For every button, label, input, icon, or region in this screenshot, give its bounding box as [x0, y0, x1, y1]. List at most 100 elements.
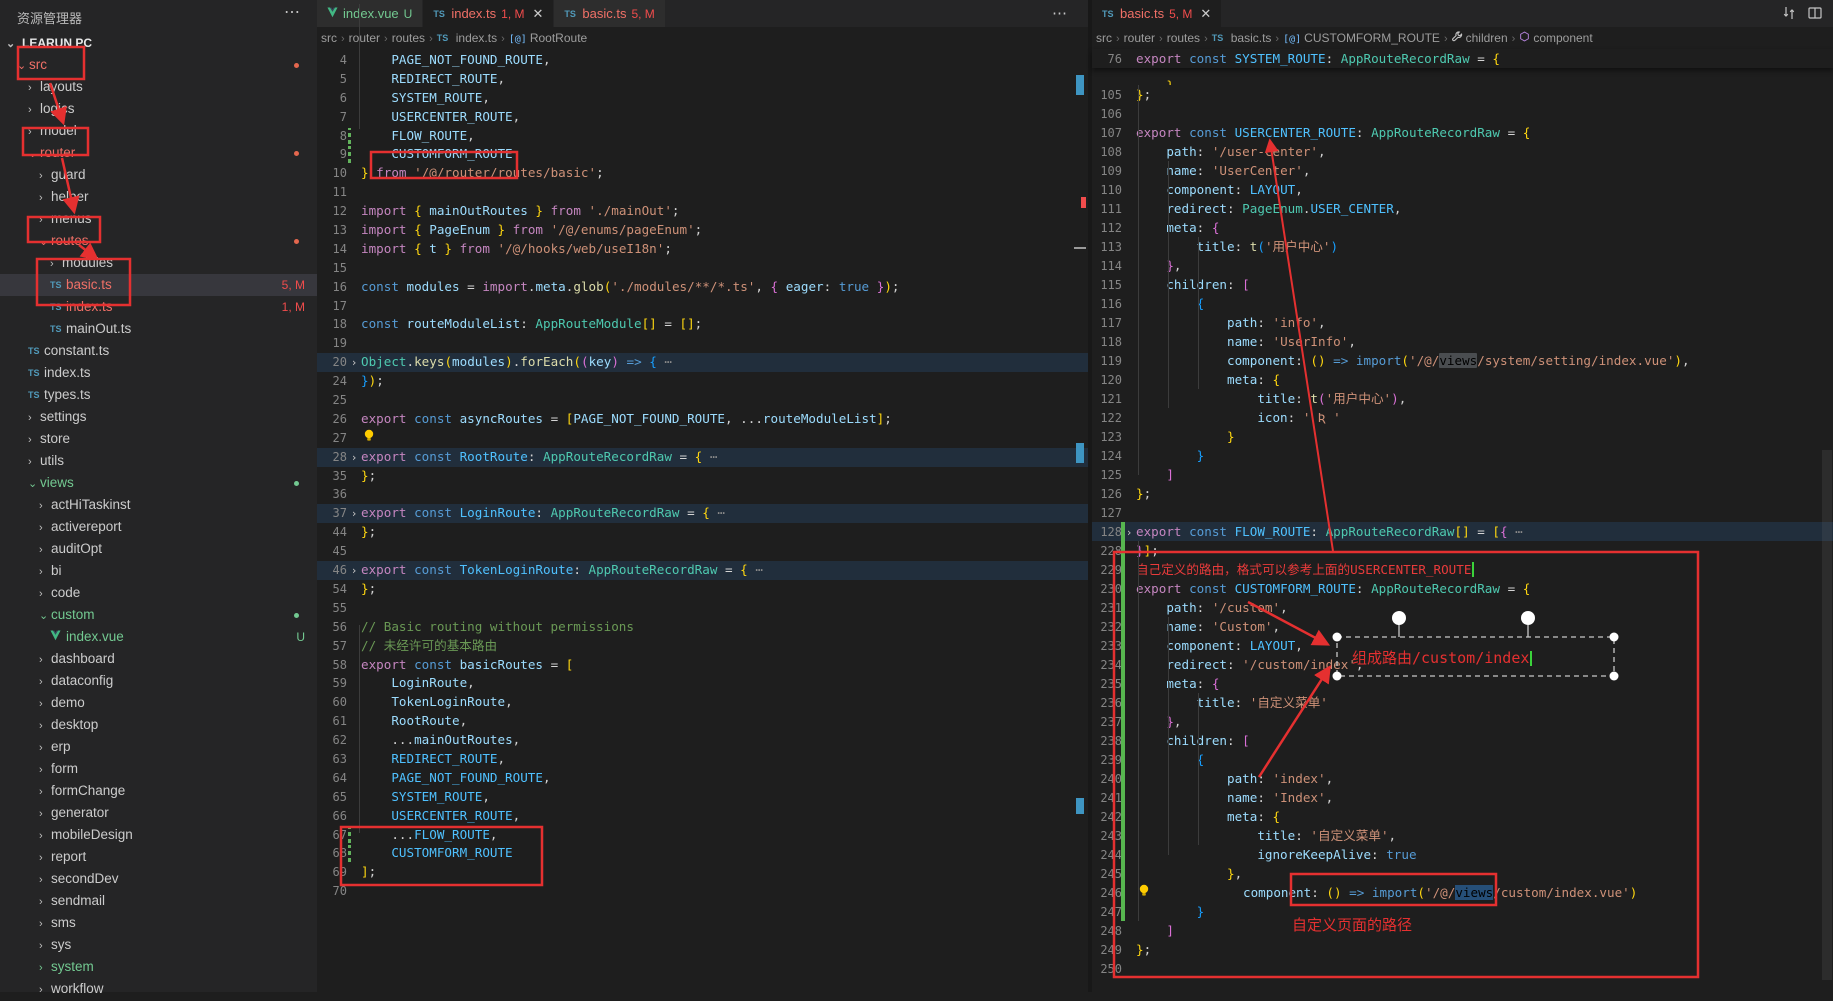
code-line-54[interactable]: 54 };: [317, 580, 1090, 599]
breadcrumb-routes[interactable]: routes: [1167, 31, 1200, 45]
tree-item-logics[interactable]: ›logics: [0, 98, 317, 120]
tree-item-bi[interactable]: ›bi: [0, 560, 317, 582]
tree-item-helper[interactable]: ›helper: [0, 186, 317, 208]
code-line-236[interactable]: 236 title: '自定义菜单': [1092, 693, 1833, 712]
breadcrumb-basic-ts[interactable]: TSbasic.ts: [1212, 31, 1272, 45]
tree-item-dashboard[interactable]: ›dashboard: [0, 648, 317, 670]
code-line-60[interactable]: 60 TokenLoginRoute,: [317, 693, 1090, 712]
fold-chevron-icon[interactable]: ›: [347, 449, 361, 468]
code-line-239[interactable]: 239 {: [1092, 750, 1833, 769]
tree-item-formChange[interactable]: ›formChange: [0, 780, 317, 802]
code-line-11[interactable]: 11: [317, 183, 1090, 202]
tree-item-views[interactable]: ⌄views: [0, 472, 317, 494]
code-line-115[interactable]: 115 children: [: [1092, 275, 1833, 294]
tree-item-modules[interactable]: ›modules: [0, 252, 317, 274]
code-line-16[interactable]: 16 const modules = import.meta.glob('./m…: [317, 278, 1090, 297]
close-icon[interactable]: ✕: [1200, 6, 1211, 22]
tree-item-store[interactable]: ›store: [0, 428, 317, 450]
code-line-46[interactable]: 46›export const TokenLoginRoute: AppRout…: [317, 561, 1090, 580]
code-line-59[interactable]: 59 LoginRoute,: [317, 674, 1090, 693]
code-line-25[interactable]: 25: [317, 391, 1090, 410]
mid-code-editor[interactable]: 4 PAGE_NOT_FOUND_ROUTE,5 REDIRECT_ROUTE,…: [317, 49, 1090, 992]
code-line-18[interactable]: 18 const routeModuleList: AppRouteModule…: [317, 315, 1090, 334]
tree-item-workflow[interactable]: ›workflow: [0, 978, 317, 1000]
code-line-233[interactable]: 233 component: LAYOUT,: [1092, 636, 1833, 655]
code-line-105[interactable]: 105 };: [1092, 85, 1833, 104]
tree-item-sms[interactable]: ›sms: [0, 912, 317, 934]
code-line-8[interactable]: 8 FLOW_ROUTE,: [317, 127, 1090, 146]
code-line-6[interactable]: 6 SYSTEM_ROUTE,: [317, 89, 1090, 108]
code-line-24[interactable]: 24 });: [317, 372, 1090, 391]
code-line-243[interactable]: 243 title: '自定义菜单',: [1092, 826, 1833, 845]
code-line-231[interactable]: 231 path: '/custom',: [1092, 598, 1833, 617]
breadcrumb-src[interactable]: src: [1096, 31, 1112, 45]
code-line-114[interactable]: 114 },: [1092, 256, 1833, 275]
code-line-27[interactable]: 27: [317, 429, 1090, 448]
tab-index-vue[interactable]: index.vueU: [317, 0, 423, 27]
breadcrumb-RootRoute[interactable]: [@]RootRoute: [509, 31, 587, 45]
code-line-19[interactable]: 19: [317, 334, 1090, 353]
tree-item-activereport[interactable]: ›activereport: [0, 516, 317, 538]
code-line-13[interactable]: 13 import { PageEnum } from '/@/enums/pa…: [317, 221, 1090, 240]
code-line-111[interactable]: 111 redirect: PageEnum.USER_CENTER,: [1092, 199, 1833, 218]
code-line-228[interactable]: 228 }];: [1092, 541, 1833, 560]
code-line-12[interactable]: 12 import { mainOutRoutes } from './main…: [317, 202, 1090, 221]
code-line-76[interactable]: 76 export const SYSTEM_ROUTE: AppRouteRe…: [1092, 49, 1833, 69]
breadcrumb-CUSTOMFORM_ROUTE[interactable]: [@]CUSTOMFORM_ROUTE: [1283, 31, 1440, 45]
fold-chevron-icon[interactable]: ›: [347, 505, 361, 524]
code-line-37[interactable]: 37›export const LoginRoute: AppRouteReco…: [317, 504, 1090, 523]
open-changes-icon[interactable]: [1781, 5, 1797, 26]
tree-item-system[interactable]: ›system: [0, 956, 317, 978]
code-line-117[interactable]: 117 path: 'info',: [1092, 313, 1833, 332]
tree-item-index-vue[interactable]: index.vueU: [0, 626, 317, 648]
tree-item-erp[interactable]: ›erp: [0, 736, 317, 758]
explorer-more-actions[interactable]: ⋯: [284, 2, 301, 22]
code-line-126[interactable]: 126 };: [1092, 484, 1833, 503]
split-editor-icon[interactable]: [1807, 5, 1823, 26]
code-line-232[interactable]: 232 name: 'Custom',: [1092, 617, 1833, 636]
code-line-125[interactable]: 125 ]: [1092, 465, 1833, 484]
breadcrumb-children[interactable]: children: [1452, 31, 1508, 45]
code-line-10[interactable]: 10 } from '/@/router/routes/basic';: [317, 164, 1090, 183]
code-line-69[interactable]: 69 ];: [317, 863, 1090, 882]
code-line-66[interactable]: 66 USERCENTER_ROUTE,: [317, 807, 1090, 826]
code-line-127[interactable]: 127: [1092, 503, 1833, 522]
tree-item-sys[interactable]: ›sys: [0, 934, 317, 956]
code-line-122[interactable]: 122 icon: ' Ʀ ': [1092, 408, 1833, 427]
code-line-65[interactable]: 65 SYSTEM_ROUTE,: [317, 788, 1090, 807]
tree-item-desktop[interactable]: ›desktop: [0, 714, 317, 736]
code-line-15[interactable]: 15: [317, 259, 1090, 278]
tab-basic-ts[interactable]: TSbasic.ts5, M: [554, 0, 665, 27]
code-line-9[interactable]: 9 CUSTOMFORM_ROUTE: [317, 145, 1090, 164]
code-line-partial[interactable]: }: [1092, 76, 1833, 85]
fold-chevron-icon[interactable]: ›: [347, 354, 361, 373]
code-line-108[interactable]: 108 path: '/user-center',: [1092, 142, 1833, 161]
breadcrumb-router[interactable]: router: [349, 31, 380, 45]
tree-item-guard[interactable]: ›guard: [0, 164, 317, 186]
code-line-234[interactable]: 234 redirect: '/custom/index',: [1092, 655, 1833, 674]
code-line-67[interactable]: 67 ...FLOW_ROUTE,: [317, 826, 1090, 845]
code-line-63[interactable]: 63 REDIRECT_ROUTE,: [317, 750, 1090, 769]
mid-editor-more-actions[interactable]: ⋯: [1052, 4, 1068, 22]
tab-basic-ts[interactable]: TSbasic.ts5, M✕: [1092, 0, 1222, 27]
code-line-245[interactable]: 245 },: [1092, 864, 1833, 883]
tree-item-code[interactable]: ›code: [0, 582, 317, 604]
tree-item-mobileDesign[interactable]: ›mobileDesign: [0, 824, 317, 846]
code-line-250[interactable]: 250: [1092, 959, 1833, 978]
sticky-scroll-line[interactable]: 76 export const SYSTEM_ROUTE: AppRouteRe…: [1092, 49, 1833, 68]
tree-item-auditOpt[interactable]: ›auditOpt: [0, 538, 317, 560]
tree-item-generator[interactable]: ›generator: [0, 802, 317, 824]
code-line-107[interactable]: 107 export const USERCENTER_ROUTE: AppRo…: [1092, 123, 1833, 142]
code-line-249[interactable]: 249 };: [1092, 940, 1833, 959]
project-root-row[interactable]: ⌄LEARUN PC: [0, 32, 317, 54]
code-line-112[interactable]: 112 meta: {: [1092, 218, 1833, 237]
tree-item-index-ts[interactable]: TSindex.ts1, M: [0, 296, 317, 318]
code-line-5[interactable]: 5 REDIRECT_ROUTE,: [317, 70, 1090, 89]
tree-item-mainOut-ts[interactable]: TSmainOut.ts: [0, 318, 317, 340]
code-line-230[interactable]: 230 export const CUSTOMFORM_ROUTE: AppRo…: [1092, 579, 1833, 598]
breadcrumb-index-ts[interactable]: TSindex.ts: [437, 31, 497, 45]
code-line-237[interactable]: 237 },: [1092, 712, 1833, 731]
code-line-235[interactable]: 235 meta: {: [1092, 674, 1833, 693]
tree-item-report[interactable]: ›report: [0, 846, 317, 868]
code-line-62[interactable]: 62 ...mainOutRoutes,: [317, 731, 1090, 750]
